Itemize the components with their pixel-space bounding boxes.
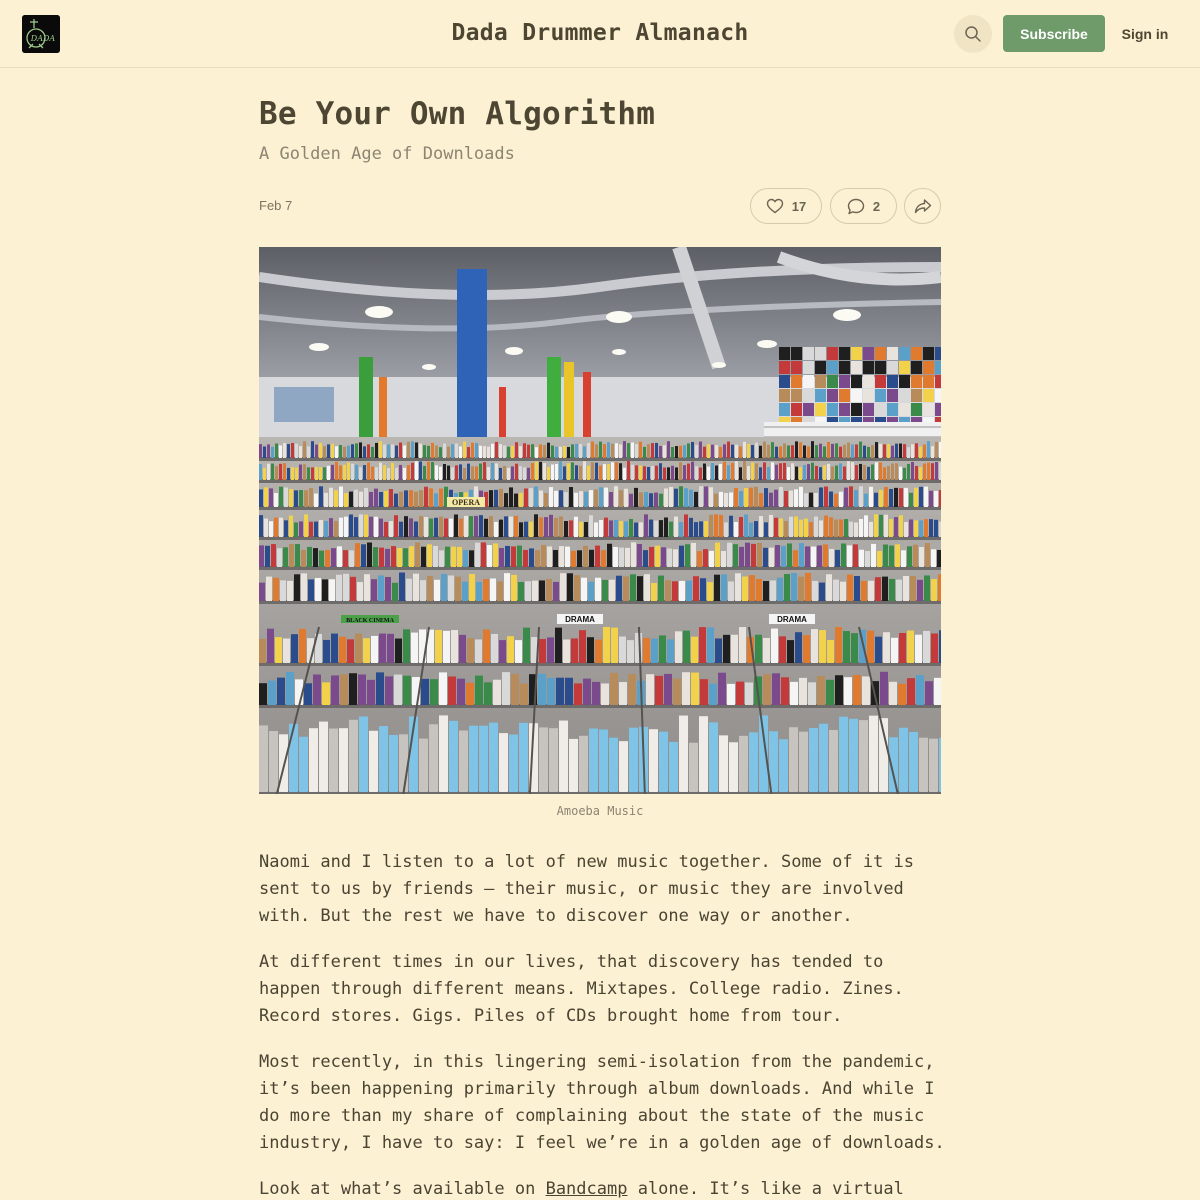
post-body: Naomi and I listen to a lot of new music… [259, 849, 949, 1200]
top-bar: DADA Dada Drummer Almanach Subscribe Sig… [0, 0, 1200, 68]
comment-count: 2 [872, 198, 881, 214]
record-store-photo: OPERA BLACK CINEMA DRAMA DRAMA [259, 247, 941, 794]
like-count: 17 [791, 198, 807, 214]
subscribe-button[interactable]: Subscribe [1003, 15, 1105, 52]
like-button[interactable]: 17 [750, 188, 822, 224]
share-button[interactable] [904, 188, 941, 224]
paragraph: Most recently, in this lingering semi-is… [259, 1052, 945, 1153]
share-icon [914, 199, 931, 214]
bandcamp-link[interactable]: Bandcamp [546, 1179, 628, 1199]
search-button[interactable] [954, 15, 992, 53]
image-caption: Amoeba Music [556, 804, 644, 818]
sign-in-link[interactable]: Sign in [1113, 15, 1177, 52]
post-hero-image[interactable]: OPERA BLACK CINEMA DRAMA DRAMA [259, 247, 941, 794]
paragraph: Naomi and I listen to a lot of new music… [259, 852, 915, 926]
paragraph: Look at what’s available on Bandcamp alo… [259, 1176, 949, 1200]
paragraph-text: alone. It’s like a virtual [627, 1179, 904, 1199]
opera-sign: OPERA [452, 498, 480, 507]
drama-sign-left: DRAMA [565, 615, 595, 624]
heart-icon [766, 198, 783, 214]
search-icon [965, 26, 981, 42]
paragraph-text: Look at what’s available on [259, 1179, 546, 1199]
comment-button[interactable]: 2 [830, 188, 897, 224]
post-subtitle: A Golden Age of Downloads [259, 144, 515, 164]
comment-icon [847, 198, 865, 214]
paragraph: At different times in our lives, that di… [259, 952, 904, 1026]
drama-sign-right: DRAMA [777, 615, 807, 624]
post-date: Feb 7 [259, 198, 293, 213]
post-title: Be Your Own Algorithm [259, 96, 656, 132]
black-cinema-sign: BLACK CINEMA [346, 618, 395, 624]
